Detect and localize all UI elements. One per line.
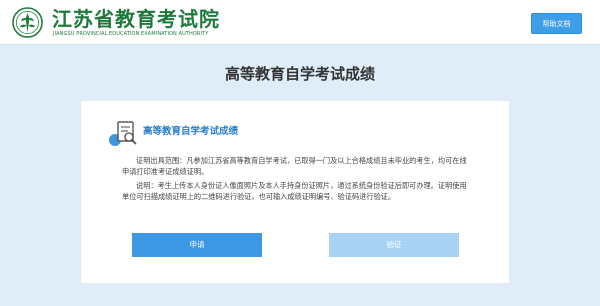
site-title: 江苏省教育考试院 — [52, 7, 220, 31]
site-header: 江苏省教育考试院 JIANGSU PROVINCIAL EDUCATION EX… — [0, 0, 600, 45]
instructions-description: 说明：考生上传本人身份证人像面照片及本人手持身份证照片，通过系统身份验证后即可办… — [122, 181, 467, 201]
help-docs-button[interactable]: 帮助文档 — [531, 13, 582, 34]
document-search-icon — [109, 121, 137, 146]
site-subtitle: JIANGSU PROVINCIAL EDUCATION EXAMINATION… — [53, 31, 209, 37]
card-title: 高等教育自学考试成绩 — [143, 126, 239, 137]
score-certificate-card: 高等教育自学考试成绩 证明出具范围：凡参加江苏省高等教育自学考试，已取得一门及以… — [80, 100, 510, 284]
verify-button[interactable]: 验证 — [329, 233, 459, 257]
page-title: 高等教育自学考试成绩 — [224, 65, 375, 83]
scope-description: 证明出具范围：凡参加江苏省高等教育自学考试，已取得一门及以上合格成绩且未毕业的考… — [122, 156, 467, 176]
emblem-logo-icon[interactable] — [12, 7, 43, 38]
apply-button[interactable]: 申请 — [132, 233, 262, 257]
